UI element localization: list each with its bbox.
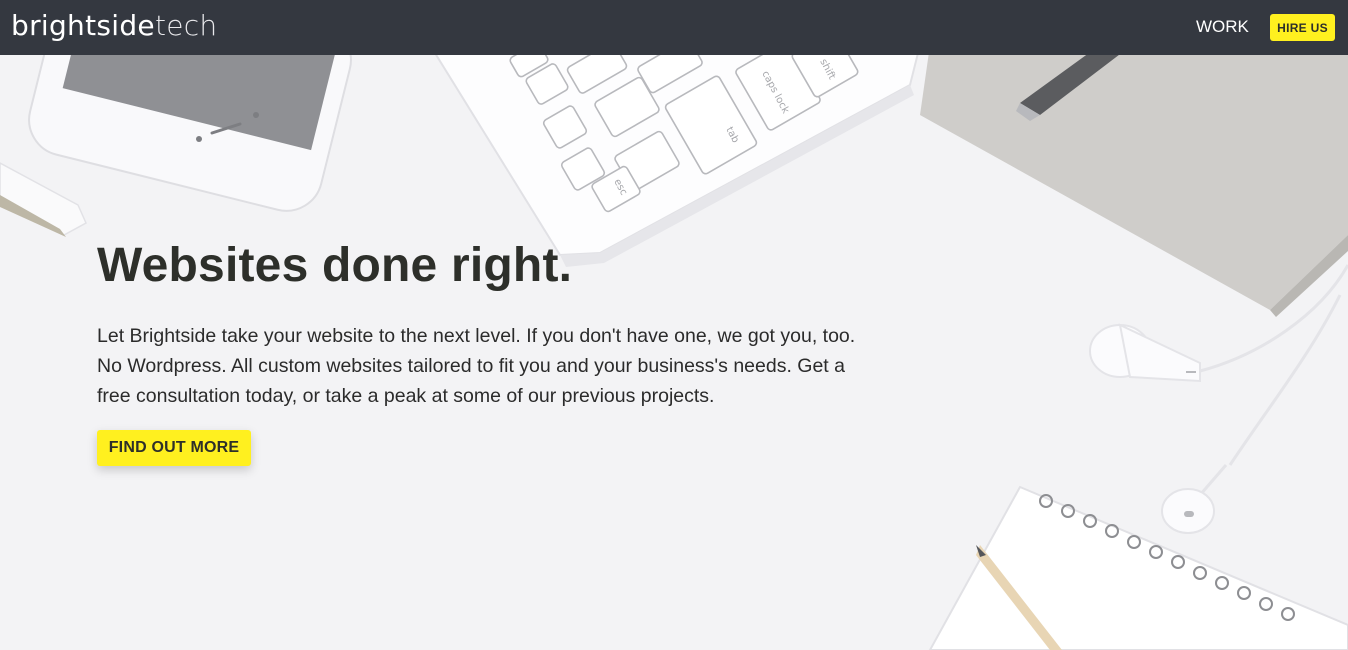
nav-link-work[interactable]: WORK xyxy=(1196,16,1249,38)
hire-us-button[interactable]: HIRE US xyxy=(1270,14,1335,41)
navbar: brightsidetech WORK HIRE US xyxy=(0,0,1348,55)
hero-title: Websites done right. xyxy=(97,239,573,292)
logo-wordmark-secondary: tech xyxy=(154,9,218,42)
logo-wordmark-primary: brightside xyxy=(11,9,155,42)
find-out-more-button[interactable]: FIND OUT MORE xyxy=(97,430,251,466)
hero-description: Let Brightside take your website to the … xyxy=(97,325,856,407)
hero-section: Websites done right. Let Brightside take… xyxy=(97,238,867,466)
brand-logo[interactable]: brightsidetech xyxy=(11,6,217,46)
